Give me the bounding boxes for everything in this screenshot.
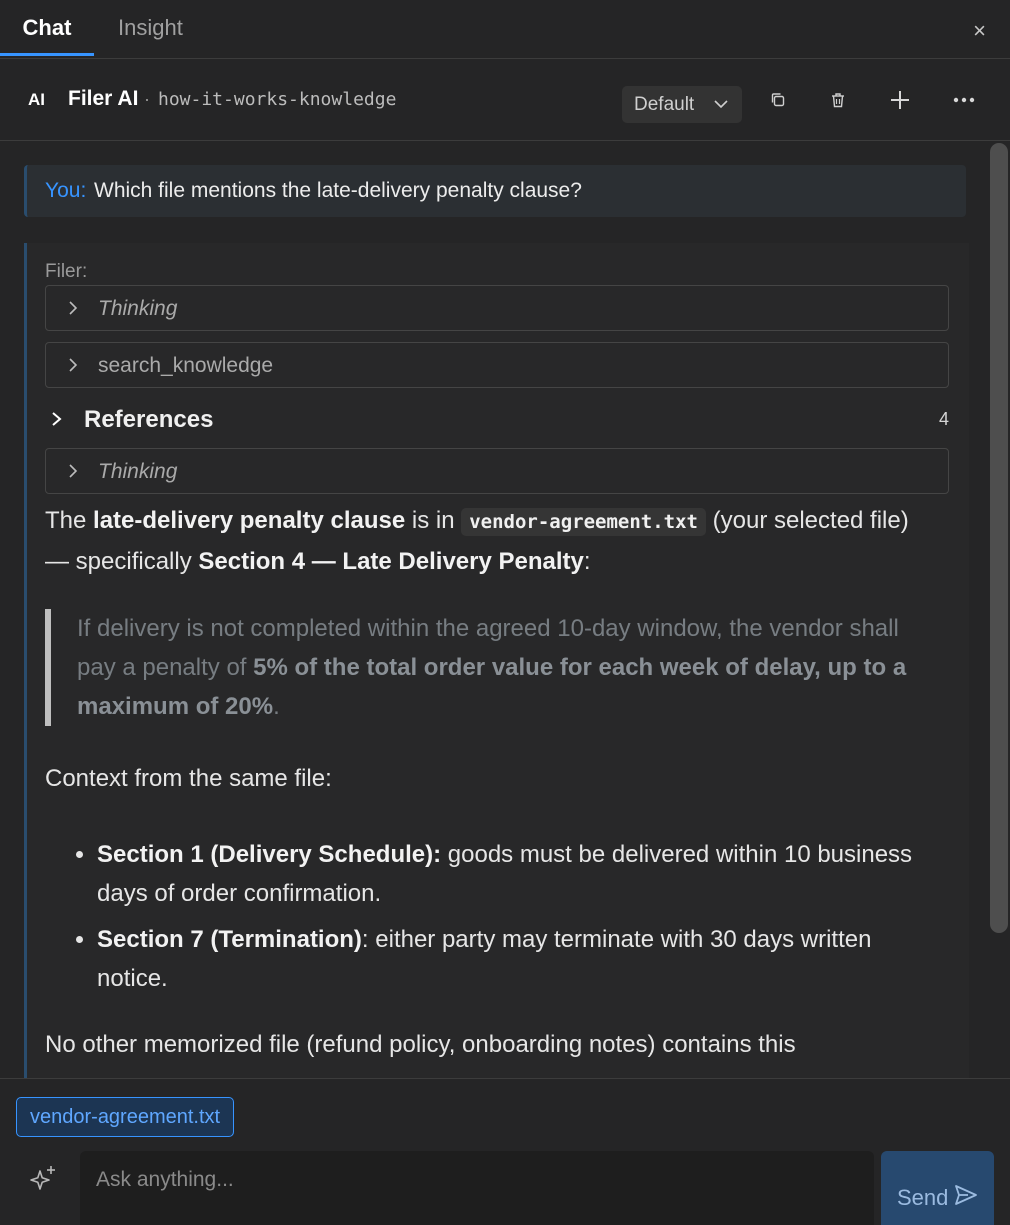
chat-input[interactable] [80,1151,874,1225]
list-item: Section 1 (Delivery Schedule): goods mus… [97,835,925,913]
thinking-label: Thinking [98,460,178,483]
answer-text: The [45,507,94,534]
references-count: 4 [938,409,949,429]
quote-text: . [273,693,280,720]
answer-text: : [583,548,591,575]
trash-icon[interactable] [823,85,853,115]
list-item-bold: Section 7 (Termination) [97,926,362,953]
answer-bold-text: late-delivery penalty clause [93,507,406,534]
copy-icon[interactable] [763,85,793,115]
tab-insight[interactable]: Insight [118,0,183,56]
answer-text: is in [405,507,462,534]
bot-name: Filer AI [68,87,139,110]
new-chat-plus-icon[interactable] [885,85,915,115]
answer-bold-text: Section 4 — Late Delivery Penalty [198,548,584,575]
quoted-clause: If delivery is not completed within the … [45,609,925,726]
chevron-right-icon [68,460,78,488]
tab-chat[interactable]: Chat [0,0,94,56]
mode-select[interactable]: Default [622,86,742,123]
list-item: Section 7 (Termination): either party ma… [97,920,925,998]
context-heading: Context from the same file: [45,765,332,792]
chevron-right-icon [51,406,63,438]
sparkle-icon[interactable] [28,1163,60,1195]
file-name-code: vendor-agreement.txt [461,508,706,536]
attached-file-chip[interactable]: vendor-agreement.txt [16,1097,235,1137]
ai-message-sender: Filer: [45,261,88,282]
answer-closing-text: No other memorized file (refund policy, … [45,1031,796,1058]
knowledge-base-name: how-it-works-knowledge [158,89,397,110]
chevron-right-icon [68,297,78,325]
chat-header: AI Filer AI · how-it-works-knowledge Def… [0,59,1010,141]
chevron-right-icon [68,354,78,382]
scrollbar-thumb[interactable] [990,143,1008,933]
references-toggle[interactable]: References 4 [45,401,949,441]
more-options-icon[interactable] [949,85,979,115]
send-icon [955,1185,977,1205]
tool-call-toggle[interactable]: search_knowledge [45,342,949,388]
composer: vendor-agreement.txt Send [0,1078,1010,1225]
mode-select-value: Default [634,94,695,115]
ai-badge: AI [28,90,45,109]
close-icon[interactable]: × [973,18,986,44]
conversation-area[interactable]: You: Which file mentions the late-delive… [0,141,1010,1078]
user-message: You: Which file mentions the late-delive… [24,165,966,217]
user-message-prefix: You: [45,179,87,202]
answer-paragraph: The late-delivery penalty clause is in v… [45,501,925,582]
ai-message: Filer: Thinking search_knowledge Referen… [24,243,969,1078]
thinking-toggle-2[interactable]: Thinking [45,448,949,494]
references-label: References [84,406,214,433]
tab-bar: Chat Insight × [0,0,1010,59]
tool-call-label: search_knowledge [98,354,274,377]
user-message-text: Which file mentions the late-delivery pe… [94,179,582,202]
send-button[interactable]: Send [881,1151,994,1225]
chevron-down-icon [714,86,728,136]
header-separator: · [144,89,150,109]
thinking-label: Thinking [98,297,178,320]
thinking-toggle-1[interactable]: Thinking [45,285,949,331]
send-button-label: Send [897,1185,949,1210]
list-item-bold: Section 1 (Delivery Schedule): [97,841,442,868]
context-list: Section 1 (Delivery Schedule): goods mus… [45,835,925,1005]
